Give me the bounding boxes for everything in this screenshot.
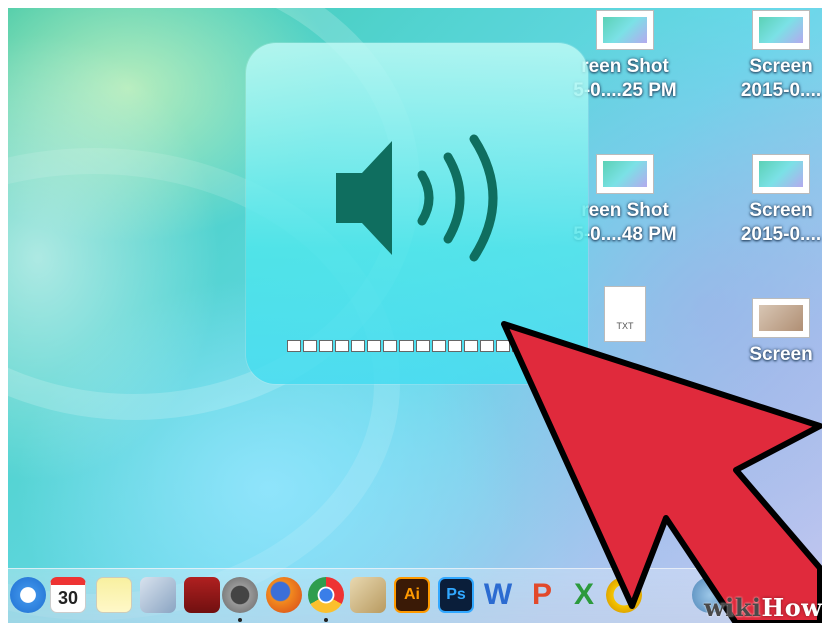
- watermark-wiki: wiki: [704, 593, 762, 622]
- watermark-how: How: [761, 593, 822, 622]
- wikihow-watermark: wikiHow: [704, 593, 822, 622]
- desktop: reen Shot 5-0....25 PM Screen 2015-0....…: [8, 8, 822, 623]
- red-arrow-shape: [501, 321, 822, 623]
- pointer-arrow: [501, 321, 822, 623]
